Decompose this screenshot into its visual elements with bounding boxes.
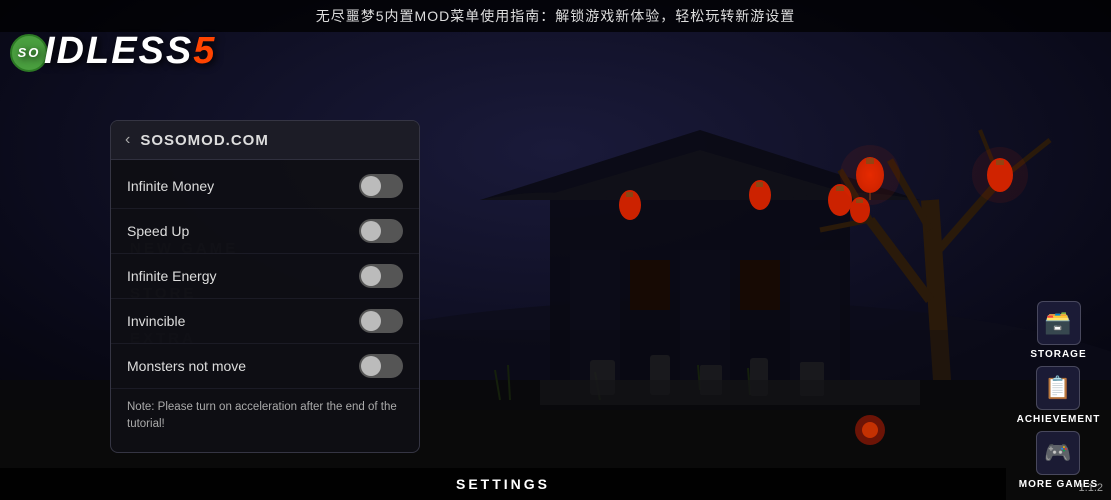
toggle-infinite-energy[interactable] bbox=[359, 264, 403, 288]
achievement-icon: 📋 bbox=[1036, 366, 1080, 410]
sidebar-item-storage[interactable]: 🗃️ STORAGE bbox=[1030, 301, 1086, 360]
mod-label-monsters-not-move: Monsters not move bbox=[127, 358, 246, 374]
mod-row-speed-up: Speed Up bbox=[111, 209, 419, 254]
mod-panel-header: ‹ SOSOMOD.COM bbox=[111, 121, 419, 160]
right-sidebar: 🗃️ STORAGE 📋 ACHIEVEMENT 🎮 MORE GAMES bbox=[1006, 30, 1111, 500]
logo: SOIDLESS5 bbox=[10, 30, 216, 73]
mod-note: Note: Please turn on acceleration after … bbox=[111, 389, 419, 448]
settings-bar[interactable]: SETTINGS bbox=[0, 468, 1006, 500]
mod-label-speed-up: Speed Up bbox=[127, 223, 189, 239]
mod-row-infinite-money: Infinite Money bbox=[111, 164, 419, 209]
banner-text: 无尽噩梦5内置MOD菜单使用指南：解锁游戏新体验，轻松玩转新游设置 bbox=[316, 8, 795, 24]
top-banner: 无尽噩梦5内置MOD菜单使用指南：解锁游戏新体验，轻松玩转新游设置 bbox=[0, 0, 1111, 32]
mod-row-monsters-not-move: Monsters not move bbox=[111, 344, 419, 389]
toggle-infinite-money[interactable] bbox=[359, 174, 403, 198]
toggle-invincible[interactable] bbox=[359, 309, 403, 333]
logo-area: SOIDLESS5 bbox=[10, 30, 216, 73]
sidebar-item-achievement[interactable]: 📋 ACHIEVEMENT bbox=[1017, 366, 1101, 425]
mod-label-infinite-money: Infinite Money bbox=[127, 178, 214, 194]
toggle-speed-up[interactable] bbox=[359, 219, 403, 243]
toggle-monsters-not-move[interactable] bbox=[359, 354, 403, 378]
settings-label: SETTINGS bbox=[456, 476, 550, 492]
more-games-icon: 🎮 bbox=[1036, 431, 1080, 475]
sidebar-label-storage: STORAGE bbox=[1030, 349, 1086, 360]
sidebar-label-achievement: ACHIEVEMENT bbox=[1017, 414, 1101, 425]
mod-row-infinite-energy: Infinite Energy bbox=[111, 254, 419, 299]
mod-panel-title: SOSOMOD.COM bbox=[140, 132, 269, 149]
logo-number: 5 bbox=[193, 30, 216, 72]
mod-label-invincible: Invincible bbox=[127, 313, 185, 329]
logo-main: IDLESS bbox=[44, 30, 193, 72]
logo-so: SO bbox=[10, 34, 48, 72]
storage-icon: 🗃️ bbox=[1037, 301, 1081, 345]
mod-panel-body: Infinite Money Speed Up Infinite Energy … bbox=[111, 160, 419, 452]
version-label: 1.1.2 bbox=[1079, 482, 1103, 494]
back-button[interactable]: ‹ bbox=[125, 131, 130, 149]
mod-label-infinite-energy: Infinite Energy bbox=[127, 268, 217, 284]
mod-panel: ‹ SOSOMOD.COM Infinite Money Speed Up In… bbox=[110, 120, 420, 453]
mod-row-invincible: Invincible bbox=[111, 299, 419, 344]
